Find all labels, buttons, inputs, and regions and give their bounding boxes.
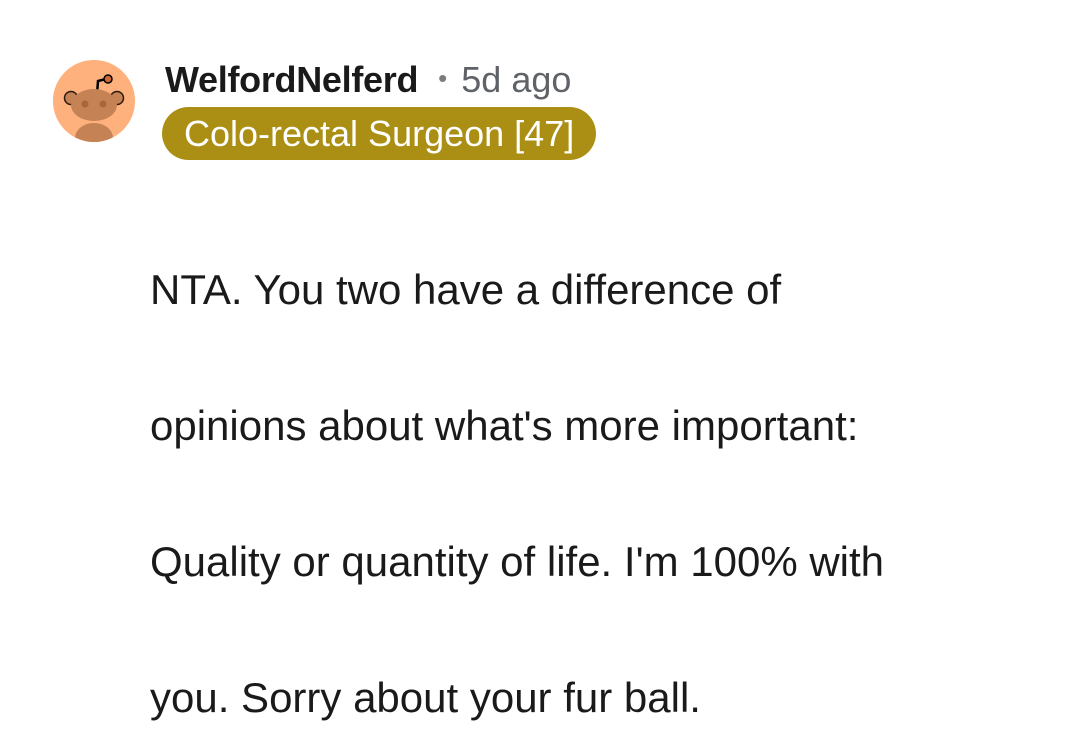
snoo-avatar-icon bbox=[53, 60, 135, 142]
comment-body-line: Quality or quantity of life. I'm 100% wi… bbox=[150, 538, 885, 585]
user-avatar[interactable] bbox=[53, 60, 135, 142]
comment-header: WelfordNelferd • 5d ago bbox=[165, 56, 571, 104]
user-flair-badge: Colo-rectal Surgeon [47] bbox=[162, 107, 597, 160]
comment: WelfordNelferd • 5d ago Colo-rectal Surg… bbox=[0, 0, 1080, 721]
comment-timestamp[interactable]: 5d ago bbox=[461, 59, 571, 101]
user-flair-text: Colo-rectal Surgeon [47] bbox=[184, 112, 575, 154]
comment-body-line: you. Sorry about your fur ball. bbox=[150, 674, 701, 721]
comment-body-line: opinions about what's more important: bbox=[150, 402, 859, 449]
meta-separator: • bbox=[438, 62, 448, 93]
comment-author[interactable]: WelfordNelferd bbox=[165, 59, 418, 101]
comment-body: NTA. You two have a difference of opinio… bbox=[150, 188, 1050, 732]
comment-body-line: NTA. You two have a difference of bbox=[150, 266, 782, 313]
